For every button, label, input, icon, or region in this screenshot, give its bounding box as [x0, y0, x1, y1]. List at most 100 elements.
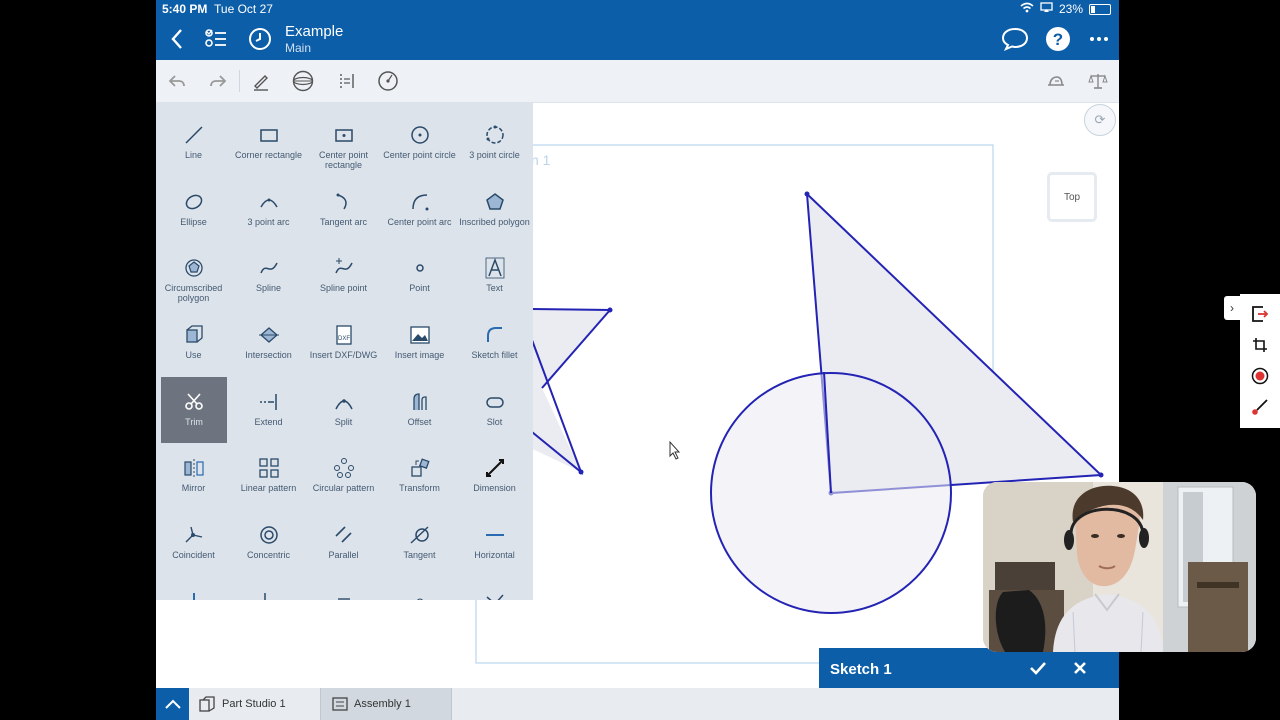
- 3-point-arc-icon: [231, 191, 306, 213]
- check-icon[interactable]: [1026, 656, 1050, 680]
- tool-circumscribed-polygon[interactable]: Circumscribed polygon: [156, 243, 231, 309]
- perpendicular-icon: [231, 591, 306, 600]
- tool-transform[interactable]: Transform: [382, 443, 457, 509]
- tool-tangent-arc[interactable]: Tangent arc: [306, 177, 381, 243]
- tool-spline-point[interactable]: Spline point: [306, 243, 381, 309]
- status-bar: 5:40 PM Tue Oct 27 23%: [156, 0, 1119, 18]
- tool-linear-pattern[interactable]: Linear pattern: [231, 443, 306, 509]
- tool-label: Mirror: [181, 483, 206, 493]
- tool-label: Concentric: [246, 550, 291, 560]
- corner-rectangle-icon: [231, 124, 306, 146]
- parallel-icon: [306, 524, 381, 546]
- tool-partial[interactable]: [156, 577, 231, 600]
- undo-icon[interactable]: [164, 68, 190, 94]
- exit-icon[interactable]: [1250, 304, 1270, 324]
- tool-extend[interactable]: Extend: [231, 377, 306, 443]
- tool-line[interactable]: Line: [156, 110, 231, 176]
- balance-icon[interactable]: [1085, 68, 1111, 94]
- tool-label: Insert image: [394, 350, 445, 360]
- spline-point-icon: [306, 257, 381, 279]
- rotate-icon: ⟳: [1094, 112, 1106, 127]
- tool-insert-dxf-dwg[interactable]: DXF Insert DXF/DWG: [306, 310, 381, 376]
- tool-point[interactable]: Point: [382, 243, 457, 309]
- battery-percent: 23%: [1058, 2, 1083, 16]
- view-orientation-button[interactable]: ⟳: [1084, 104, 1116, 136]
- tool-tangent[interactable]: Tangent: [382, 510, 457, 576]
- tool-3-point-circle[interactable]: 3 point circle: [457, 110, 532, 176]
- expand-tabs-button[interactable]: [156, 688, 189, 720]
- tool-use[interactable]: Use: [156, 310, 231, 376]
- feature-list-icon[interactable]: [201, 24, 231, 54]
- text-icon: [457, 257, 532, 279]
- sketch-pencil-icon[interactable]: [248, 68, 274, 94]
- tool-offset[interactable]: Offset: [382, 377, 457, 443]
- tool-mirror[interactable]: Mirror: [156, 443, 231, 509]
- tool-label: Ellipse: [180, 217, 207, 227]
- tool-coincident[interactable]: Coincident: [156, 510, 231, 576]
- insert-image-icon: [382, 324, 457, 346]
- tool-label: Horizontal: [474, 550, 515, 560]
- redo-icon[interactable]: [205, 68, 231, 94]
- draw-icon[interactable]: [1250, 397, 1270, 417]
- tool-slot[interactable]: Slot: [457, 377, 532, 443]
- horizontal-icon: [457, 524, 532, 546]
- tool-trim[interactable]: Trim: [161, 377, 227, 443]
- tool-center-point-rectangle[interactable]: Center point rectangle: [306, 110, 381, 176]
- tool-concentric[interactable]: Concentric: [231, 510, 306, 576]
- vertical-icon: [156, 591, 231, 600]
- tool-sketch-fillet[interactable]: Sketch fillet: [457, 310, 532, 376]
- tool-split[interactable]: Split: [306, 377, 381, 443]
- screen-mirror-icon: [1040, 2, 1053, 16]
- assembly-icon: [332, 697, 348, 711]
- tool-intersection[interactable]: Intersection: [231, 310, 306, 376]
- tab-part-studio[interactable]: Part Studio 1: [198, 688, 286, 720]
- center-circle-tool-icon[interactable]: [375, 68, 401, 94]
- tool-corner-rectangle[interactable]: Corner rectangle: [231, 110, 306, 176]
- tool-spline[interactable]: Spline: [231, 243, 306, 309]
- tool-partial[interactable]: [306, 577, 381, 600]
- tool-insert-image[interactable]: Insert image: [382, 310, 457, 376]
- bottom-tab-bar: Part Studio 1 Assembly 1: [156, 688, 1119, 720]
- tool-label: Slot: [486, 417, 503, 427]
- collapse-toolbar-button[interactable]: ›: [1224, 296, 1240, 320]
- tool-parallel[interactable]: Parallel: [306, 510, 381, 576]
- view-sphere-icon[interactable]: [290, 68, 316, 94]
- plane-label: n 1: [531, 152, 551, 168]
- tool-label: Text: [486, 283, 503, 293]
- tool-3-point-arc[interactable]: 3 point arc: [231, 177, 306, 243]
- tool-circular-pattern[interactable]: Circular pattern: [306, 443, 381, 509]
- help-icon[interactable]: ?: [1043, 24, 1073, 54]
- 3-point-circle-icon: [457, 124, 532, 146]
- tool-label: Center point circle: [383, 150, 456, 160]
- mirror-icon: [156, 457, 231, 479]
- tool-label: Trim: [185, 417, 203, 427]
- tab-assembly[interactable]: Assembly 1: [320, 688, 452, 720]
- tool-horizontal[interactable]: Horizontal: [457, 510, 532, 576]
- document-title[interactable]: Example: [285, 23, 343, 40]
- tool-dimension[interactable]: Dimension: [457, 443, 532, 509]
- comment-icon[interactable]: [1000, 24, 1030, 54]
- hat-icon[interactable]: [1043, 68, 1069, 94]
- history-icon[interactable]: [245, 24, 275, 54]
- back-icon[interactable]: [162, 24, 192, 54]
- tool-label: Circumscribed polygon: [164, 283, 223, 303]
- tool-text[interactable]: Text: [457, 243, 532, 309]
- tool-partial[interactable]: [457, 577, 532, 600]
- view-cube[interactable]: Top: [1047, 172, 1097, 222]
- tool-partial[interactable]: [382, 577, 457, 600]
- dimension-tool-icon[interactable]: [334, 68, 360, 94]
- tool-label: 3 point circle: [469, 150, 520, 160]
- tool-ellipse[interactable]: Ellipse: [156, 177, 231, 243]
- tool-partial[interactable]: [231, 577, 306, 600]
- coincident-icon: [156, 524, 231, 546]
- close-icon[interactable]: [1068, 656, 1092, 680]
- more-icon[interactable]: [1084, 24, 1114, 54]
- circle-shape[interactable]: [710, 371, 952, 614]
- workspace-name[interactable]: Main: [285, 41, 311, 55]
- tool-inscribed-polygon[interactable]: Inscribed polygon: [457, 177, 532, 243]
- tool-center-point-arc[interactable]: Center point arc: [382, 177, 457, 243]
- offset-icon: [382, 391, 457, 413]
- tool-center-point-circle[interactable]: Center point circle: [382, 110, 457, 176]
- record-icon[interactable]: [1250, 366, 1270, 386]
- crop-icon[interactable]: [1250, 335, 1270, 355]
